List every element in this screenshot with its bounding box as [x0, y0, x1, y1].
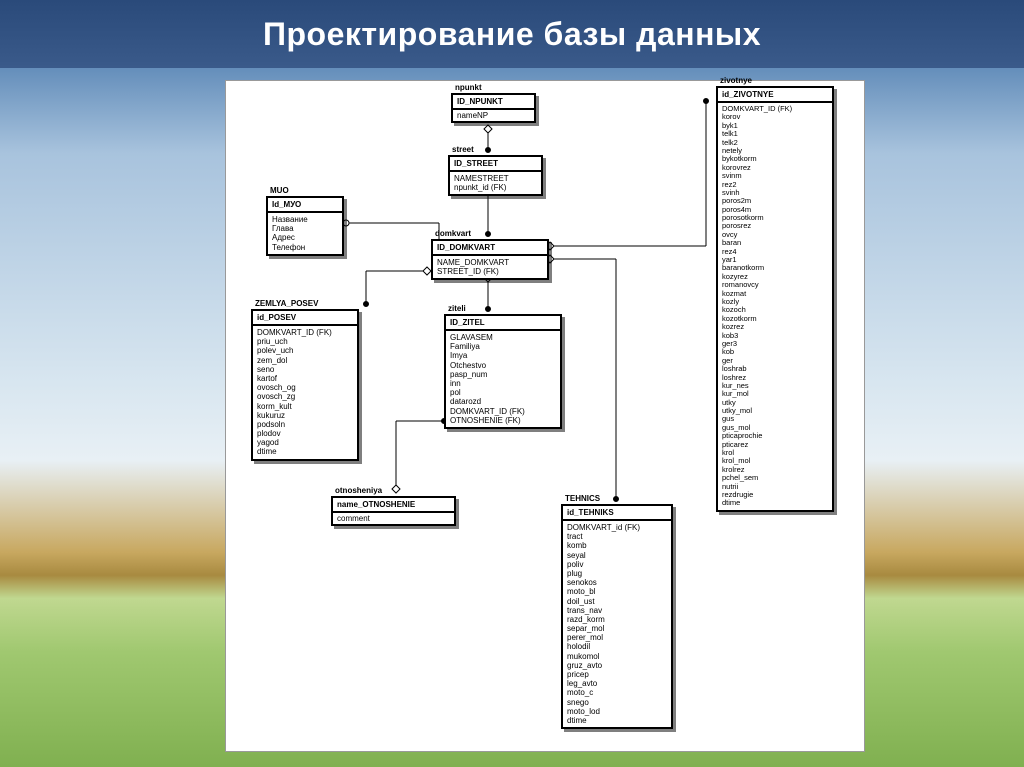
erd-diagram: npunkt ID_NPUNKT nameNP street ID_STREET…: [225, 80, 865, 752]
key-field: ID_STREET: [450, 157, 541, 172]
entity-domkvart: domkvart ID_DOMKVART NAME_DOMKVART STREE…: [431, 239, 549, 280]
key-field: ID_ZITEL: [446, 316, 560, 331]
attr-block: DOMKVART_ID (FK) korov byk1 telk1 telk2 …: [718, 103, 832, 510]
entity-zemlya-posev: ZEMLYA_POSEV id_POSEV DOMKVART_ID (FK) p…: [251, 309, 359, 461]
entity-title: otnosheniya: [335, 486, 382, 495]
entity-title: MUO: [270, 186, 289, 195]
entity-title: ziteli: [448, 304, 466, 313]
entity-otnosheniya: otnosheniya name_OTNOSHENIE comment: [331, 496, 456, 526]
entity-title: street: [452, 145, 474, 154]
entity-street: street ID_STREET NAMESTREET npunkt_id (F…: [448, 155, 543, 196]
key-field: id_ZIVOTNYE: [718, 88, 832, 103]
attr-field: nameNP: [453, 110, 534, 121]
entity-title: TEHNICS: [565, 494, 600, 503]
key-field: id_POSEV: [253, 311, 357, 326]
entity-tehnics: TEHNICS id_TEHNIKS DOMKVART_id (FK) trac…: [561, 504, 673, 729]
attr-field: comment: [333, 513, 454, 524]
entity-title: npunkt: [455, 83, 482, 92]
key-field: name_OTNOSHENIE: [333, 498, 454, 513]
key-field: ID_DOMKVART: [433, 241, 547, 256]
page-title: Проектирование базы данных: [263, 16, 761, 53]
attr-block: Название Глава Адрес Телефон: [268, 213, 342, 254]
entity-title: ZEMLYA_POSEV: [255, 299, 318, 308]
entity-muo: MUO Id_МУО Название Глава Адрес Телефон: [266, 196, 344, 256]
attr-block: NAME_DOMKVART STREET_ID (FK): [433, 256, 547, 278]
entity-title: zivotnye: [720, 76, 752, 85]
entity-zivotnye: zivotnye id_ZIVOTNYE DOMKVART_ID (FK) ko…: [716, 86, 834, 512]
key-field: id_TEHNIKS: [563, 506, 671, 521]
attr-block: DOMKVART_id (FK) tract komb seyal poliv …: [563, 521, 671, 727]
entity-npunkt: npunkt ID_NPUNKT nameNP: [451, 93, 536, 123]
header-bar: Проектирование базы данных: [0, 0, 1024, 68]
key-field: Id_МУО: [268, 198, 342, 213]
entity-title: domkvart: [435, 229, 471, 238]
attr-block: DOMKVART_ID (FK) priu_uch polev_uch zem_…: [253, 326, 357, 459]
attr-block: GLAVASEM Familiya Imya Otchestvo pasp_nu…: [446, 331, 560, 427]
key-field: ID_NPUNKT: [453, 95, 534, 110]
attr-block: NAMESTREET npunkt_id (FK): [450, 172, 541, 194]
entity-ziteli: ziteli ID_ZITEL GLAVASEM Familiya Imya O…: [444, 314, 562, 429]
